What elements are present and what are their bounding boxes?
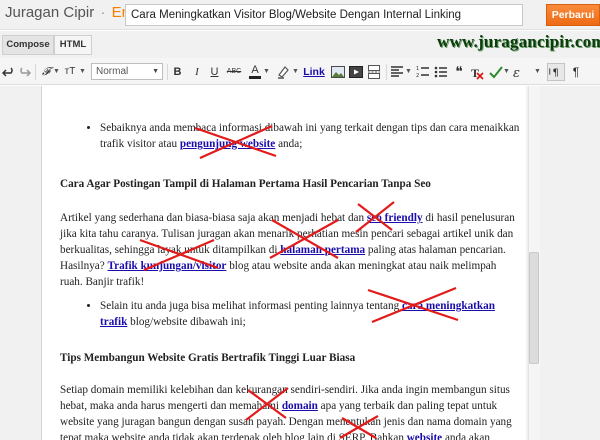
bullet-list: Selain itu anda juga bisa melihat inform…	[60, 298, 520, 330]
language-icon[interactable]: ε	[512, 63, 526, 81]
image-icon[interactable]	[330, 63, 346, 81]
chevron-down-icon: ▼	[503, 68, 510, 75]
editor-toolbar: 𝓕 ▼ ᴛT ▼ Normal ▼ B I U ABC A ▼ ▼ Link ▼…	[0, 58, 600, 85]
svg-text:1: 1	[416, 66, 419, 72]
list-item-text: Selain itu anda juga bisa melihat inform…	[100, 300, 402, 312]
paragraph-text: Artikel yang sederhana dan biasa-biasa s…	[60, 212, 367, 224]
ltr-icon[interactable]: ¶	[547, 63, 565, 81]
redo-icon[interactable]	[17, 63, 31, 81]
rtl-icon[interactable]: ¶	[569, 63, 583, 81]
svg-text:ε: ε	[513, 66, 520, 81]
chevron-down-icon: ▼	[263, 68, 270, 75]
align-icon[interactable]	[390, 63, 404, 81]
chevron-down-icon: ▼	[292, 68, 299, 75]
highlight-icon[interactable]	[275, 63, 291, 81]
link-website[interactable]: website	[407, 432, 442, 440]
link-button[interactable]: Link	[303, 63, 325, 81]
font-size-icon[interactable]: ᴛT	[62, 63, 78, 81]
numbered-list-icon[interactable]: 12	[416, 63, 430, 81]
bullet-list-icon[interactable]	[434, 63, 448, 81]
chevron-down-icon: ▼	[152, 68, 159, 75]
svg-text:2: 2	[416, 73, 419, 79]
section-heading: Tips Membangun Website Gratis Bertrafik …	[60, 352, 356, 364]
toolbar-separator	[386, 64, 387, 80]
editor-page[interactable]: Sebaiknya anda membaca informasi dibawah…	[42, 86, 526, 440]
bullet-list: Sebaiknya anda membaca informasi dibawah…	[60, 120, 520, 152]
watermark: www.juragancipir.com	[437, 32, 600, 51]
svg-text:¶: ¶	[552, 68, 558, 79]
list-item-text: anda;	[275, 138, 303, 150]
tab-html[interactable]: HTML	[54, 35, 92, 55]
blog-breadcrumb: Juragan Cipir · Entri	[5, 4, 142, 21]
link-halaman-pertama[interactable]: halaman pertama	[280, 244, 365, 256]
chevron-down-icon: ▼	[53, 68, 60, 75]
chevron-down-icon: ▼	[79, 68, 86, 75]
style-value: Normal	[96, 66, 129, 77]
paragraph-style-select[interactable]: Normal ▼	[91, 63, 163, 80]
scrollbar-thumb[interactable]	[529, 252, 539, 364]
font-icon[interactable]: 𝓕	[39, 63, 53, 81]
spellcheck-icon[interactable]	[488, 63, 504, 81]
toolbar-separator	[35, 64, 36, 80]
top-bar: Juragan Cipir · Entri Perbarui	[0, 0, 600, 30]
list-item: Selain itu anda juga bisa melihat inform…	[100, 298, 520, 330]
chevron-down-icon: ▼	[405, 68, 412, 75]
quote-icon[interactable]: ❝	[452, 63, 466, 81]
video-icon[interactable]	[348, 63, 364, 81]
list-item-text: blog/website dibawah ini;	[127, 316, 246, 328]
remove-formatting-icon[interactable]: T	[470, 63, 484, 81]
link-trafik-kunjungan[interactable]: Trafik kunjungan/visitor	[108, 260, 227, 272]
link-pengunjung-website[interactable]: pengunjung website	[180, 138, 275, 150]
post-title-input[interactable]	[125, 4, 523, 26]
link-seo-friendly[interactable]: seo friendly	[367, 212, 423, 224]
jump-break-icon[interactable]	[366, 63, 382, 81]
section-heading: Cara Agar Postingan Tampil di Halaman Pe…	[60, 178, 431, 190]
list-item-text: Sebaiknya anda membaca informasi dibawah…	[100, 122, 520, 150]
paragraph: Setiap domain memiliki kelebihan dan kek…	[60, 382, 520, 440]
underline-icon[interactable]: U	[208, 63, 221, 81]
undo-icon[interactable]	[2, 63, 16, 81]
blog-name[interactable]: Juragan Cipir	[5, 4, 94, 21]
italic-icon[interactable]: I	[191, 63, 203, 81]
tab-compose[interactable]: Compose	[2, 35, 54, 55]
update-button[interactable]: Perbarui	[546, 4, 600, 26]
paragraph: Artikel yang sederhana dan biasa-biasa s…	[60, 210, 520, 290]
bold-icon[interactable]: B	[171, 63, 184, 81]
breadcrumb-separator: ·	[100, 4, 106, 21]
text-color-icon[interactable]: A	[249, 63, 261, 79]
chevron-down-icon: ▼	[534, 68, 541, 75]
toolbar-separator	[167, 64, 168, 80]
link-domain[interactable]: domain	[282, 400, 318, 412]
strikethrough-icon[interactable]: ABC	[226, 63, 242, 81]
list-item: Sebaiknya anda membaca informasi dibawah…	[100, 120, 520, 152]
